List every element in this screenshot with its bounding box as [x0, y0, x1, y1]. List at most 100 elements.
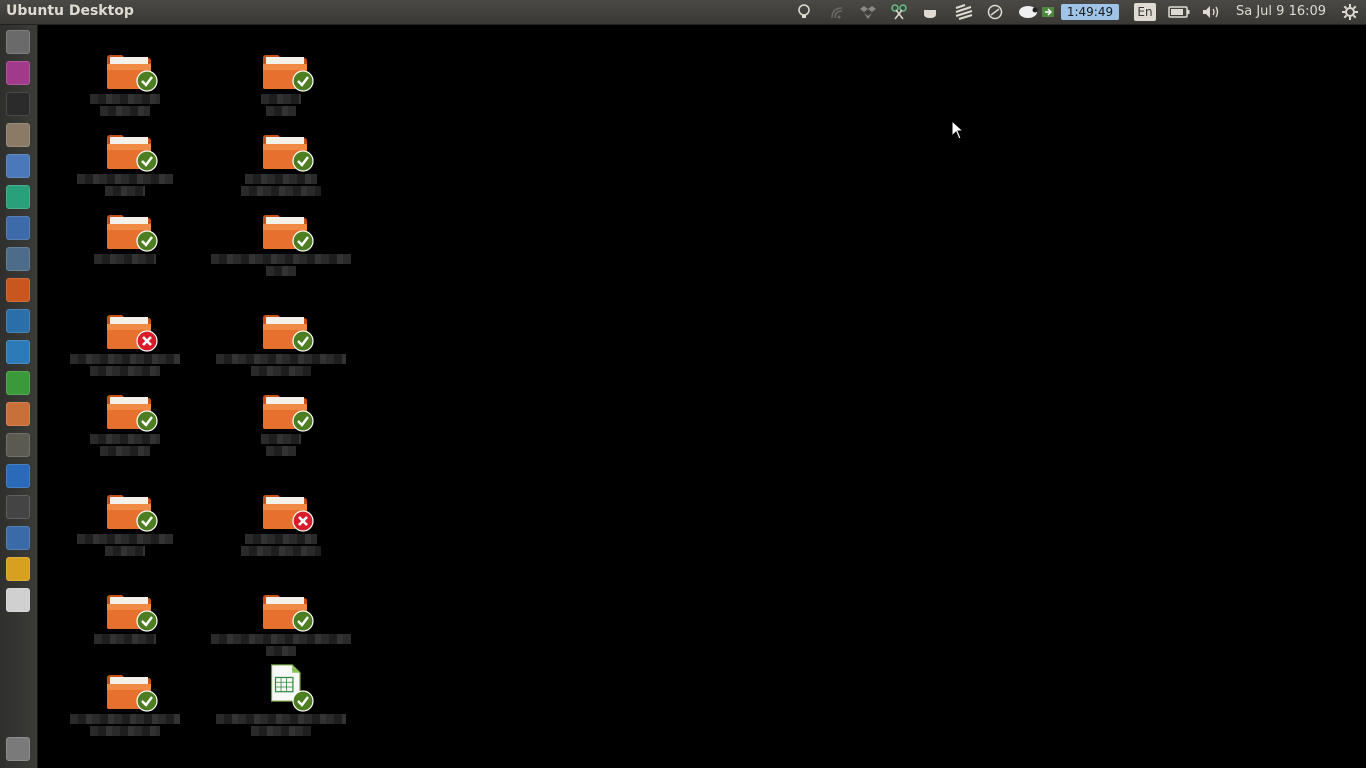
label-line [70, 714, 180, 724]
sync-ok-emblem-icon [292, 230, 314, 252]
file-label-obscured [60, 532, 190, 562]
file-label-obscured [216, 712, 346, 742]
label-line [100, 446, 150, 456]
desktop-folder[interactable] [60, 592, 190, 662]
file-label-obscured [216, 532, 346, 562]
file-label-obscured [216, 432, 346, 462]
sync-ok-emblem-icon [292, 150, 314, 172]
sync-ok-emblem-icon [136, 230, 158, 252]
calc-icon[interactable] [6, 371, 30, 395]
impress-icon[interactable] [6, 402, 30, 426]
sync-ok-emblem-icon [136, 510, 158, 532]
desktop-folder[interactable] [60, 312, 190, 382]
desktop-folder[interactable] [216, 312, 346, 382]
sync-ok-emblem-icon [292, 410, 314, 432]
label-line [105, 546, 145, 556]
signal-icon[interactable] [829, 3, 847, 21]
gear-icon[interactable] [1340, 3, 1360, 21]
clock[interactable]: Sa Jul 9 16:09 [1236, 4, 1326, 19]
dash-icon[interactable] [6, 30, 30, 54]
scissors-icon[interactable] [890, 3, 908, 21]
label-line [77, 534, 173, 544]
browser-icon[interactable] [6, 216, 30, 240]
dropbox-icon[interactable] [859, 3, 877, 21]
label-line [266, 266, 296, 276]
top-panel: Ubuntu Desktop 1:49:49 En Sa Jul 9 16:09 [0, 0, 1366, 25]
sync-error-emblem-icon [136, 330, 158, 352]
desktop-folder[interactable] [216, 52, 346, 122]
timer-indicator[interactable]: 1:49:49 [1061, 4, 1119, 20]
label-line [211, 254, 351, 264]
file-label-obscured [60, 432, 190, 462]
label-line [90, 434, 160, 444]
sync-ok-emblem-icon [136, 410, 158, 432]
firefox-icon[interactable] [6, 278, 30, 302]
file-label-obscured [216, 92, 346, 122]
virtualbox-icon[interactable] [6, 526, 30, 550]
desktop-folder[interactable] [60, 212, 190, 282]
sync-client-icon[interactable] [6, 185, 30, 209]
lightbulb-icon[interactable] [795, 3, 813, 21]
label-line [94, 254, 156, 264]
terminal-icon[interactable] [6, 92, 30, 116]
label-line [216, 354, 346, 364]
desktop-folder[interactable] [60, 132, 190, 202]
trash-icon[interactable] [6, 737, 30, 761]
label-line [251, 726, 311, 736]
wordpress-icon[interactable] [6, 309, 30, 333]
sync-ok-emblem-icon [292, 330, 314, 352]
desktop-folder[interactable] [216, 132, 346, 202]
sheep-icon[interactable] [1017, 3, 1039, 21]
volume-icon[interactable] [1201, 3, 1223, 21]
file-label-obscured [211, 632, 351, 662]
label-line [90, 94, 160, 104]
label-line [261, 94, 301, 104]
label-line [100, 106, 150, 116]
desktop-folder[interactable] [60, 392, 190, 462]
webcam-icon[interactable] [6, 433, 30, 457]
network-icon[interactable] [1040, 3, 1056, 21]
desktop-folder[interactable] [60, 492, 190, 562]
sync-icon[interactable] [986, 3, 1004, 21]
label-line [251, 366, 311, 376]
sync-ok-emblem-icon [136, 690, 158, 712]
sync-ok-emblem-icon [136, 70, 158, 92]
label-line [266, 446, 296, 456]
file-label-obscured [60, 712, 190, 742]
desktop-folder[interactable] [60, 52, 190, 122]
sync-ok-emblem-icon [136, 150, 158, 172]
media-player-icon[interactable] [6, 61, 30, 85]
gift-icon[interactable] [6, 464, 30, 488]
desktop-folder[interactable] [211, 592, 351, 662]
desktop-folder[interactable] [216, 492, 346, 562]
label-line [216, 714, 346, 724]
drive-icon[interactable] [6, 588, 30, 612]
label-line [245, 174, 317, 184]
battery-icon[interactable] [1167, 3, 1191, 21]
label-line [94, 634, 156, 644]
label-line [245, 534, 317, 544]
label-line [70, 354, 180, 364]
chromium-icon[interactable] [6, 154, 30, 178]
launcher [0, 25, 38, 768]
file-label-obscured [211, 252, 351, 282]
file-label-obscured [216, 172, 346, 202]
desktop-folder[interactable] [211, 212, 351, 282]
file-label-obscured [216, 352, 346, 382]
sync-ok-emblem-icon [292, 70, 314, 92]
desktop-folder[interactable] [60, 672, 190, 742]
label-line [90, 366, 160, 376]
language-indicator[interactable]: En [1134, 3, 1156, 21]
writer-icon[interactable] [6, 340, 30, 364]
label-line [266, 106, 296, 116]
coffee-icon[interactable] [922, 3, 940, 21]
keyring-icon[interactable] [6, 557, 30, 581]
desktop-folder[interactable] [216, 392, 346, 462]
label-line [266, 646, 296, 656]
stripes-icon[interactable] [954, 3, 974, 21]
image-editor-icon[interactable] [6, 247, 30, 271]
desktop-spreadsheet-file[interactable] [216, 664, 346, 742]
network-tool-icon[interactable] [6, 495, 30, 519]
file-manager-icon[interactable] [6, 123, 30, 147]
label-line [241, 546, 321, 556]
